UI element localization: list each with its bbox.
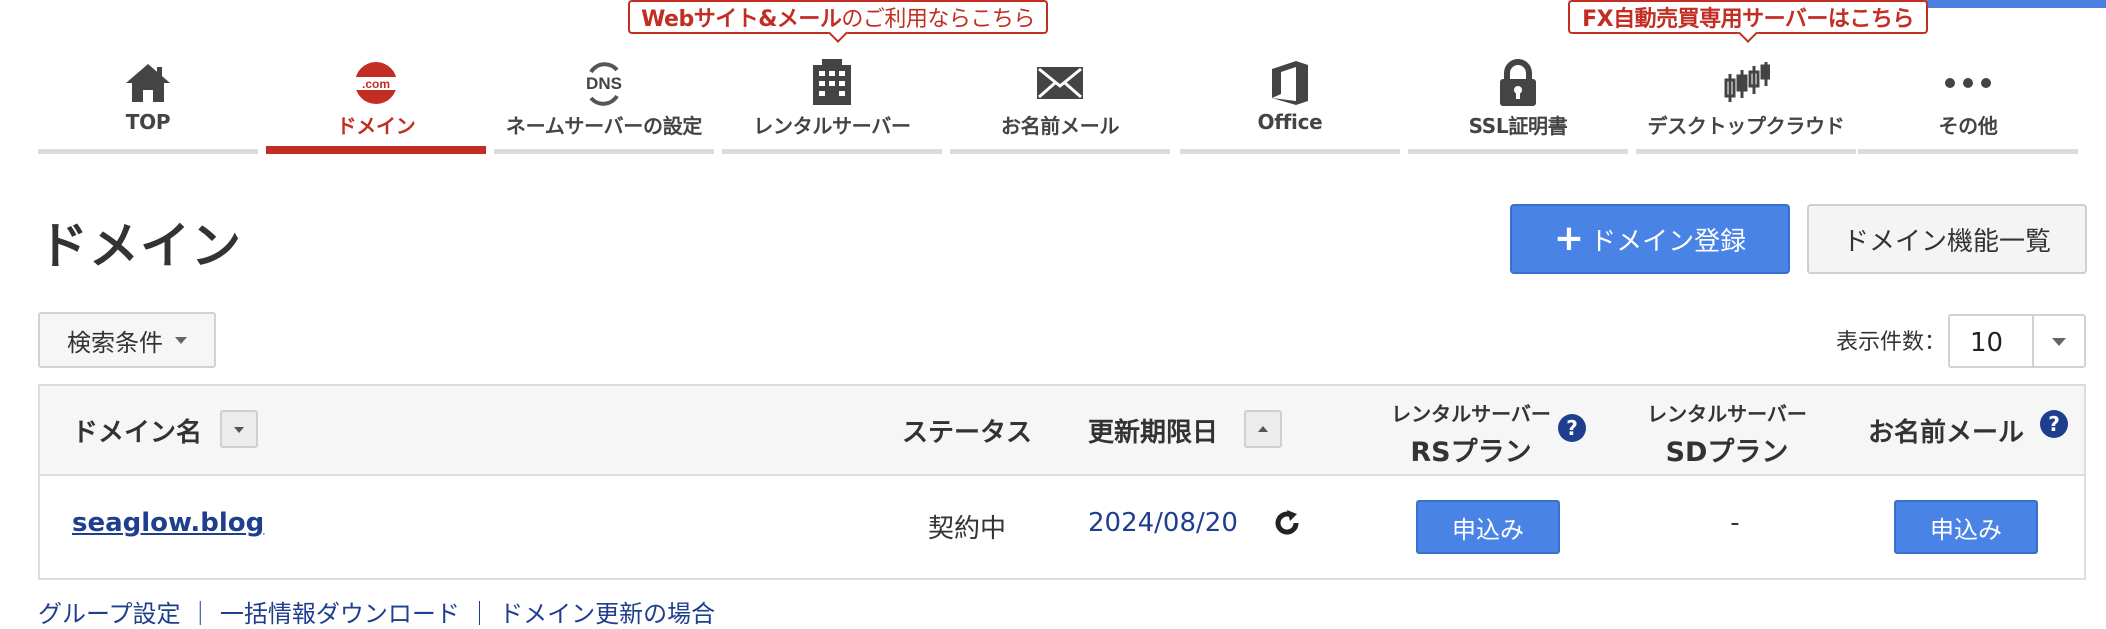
home-icon	[38, 58, 258, 108]
nav-label-mail: お名前メール	[1000, 114, 1120, 138]
apply-mail-label: 申込み	[1930, 515, 2002, 544]
nav-item-nameserver[interactable]: DNS ネームサーバーの設定	[494, 56, 714, 154]
nav-item-desktop-cloud[interactable]: デスクトップクラウド	[1636, 56, 1856, 154]
per-page-label: 表示件数：	[1836, 330, 1947, 355]
nav-label-other: その他	[1938, 114, 1998, 138]
nav-label-domain: ドメイン	[336, 114, 416, 138]
nav-label-rental-server: レンタルサーバー	[753, 114, 911, 138]
domain-functions-label: ドメイン機能一覧	[1842, 226, 2051, 257]
status-text: 契約中	[928, 514, 1007, 544]
sort-up-icon	[1258, 426, 1268, 432]
nav-item-domain[interactable]: .com ドメイン	[266, 56, 486, 154]
register-domain-button[interactable]: + ドメイン登録	[1510, 204, 1790, 274]
apply-rs-button[interactable]: 申込み	[1416, 500, 1560, 554]
col-domain-name: ドメイン名	[72, 418, 203, 448]
office-icon	[1180, 58, 1400, 108]
chevron-down-icon	[175, 336, 187, 344]
col-sd-bottom: SDプラン	[1665, 437, 1789, 468]
help-mail-icon[interactable]: ?	[2040, 410, 2068, 438]
sd-plan-value: -	[1730, 508, 1740, 538]
mail-icon	[950, 58, 1170, 108]
web-mail-promo-bold: Webサイト&メール	[641, 7, 842, 32]
table-header: ドメイン名 ステータス 更新期限日 レンタルサーバー RSプラン ? レンタルサ…	[40, 386, 2084, 476]
more-icon	[1858, 58, 2078, 108]
chevron-down-icon	[2052, 338, 2066, 346]
dotcom-icon: .com	[266, 58, 486, 108]
plus-icon: +	[1553, 218, 1585, 259]
sort-expiry-button[interactable]	[1244, 410, 1282, 448]
apply-rs-label: 申込み	[1452, 515, 1524, 544]
nav-item-mail[interactable]: お名前メール	[950, 56, 1170, 154]
domain-functions-button[interactable]: ドメイン機能一覧	[1807, 204, 2087, 274]
domain-table: ドメイン名 ステータス 更新期限日 レンタルサーバー RSプラン ? レンタルサ…	[38, 384, 2086, 580]
expiry-date: 2024/08/20	[1088, 508, 1238, 538]
apply-mail-button[interactable]: 申込み	[1894, 500, 2038, 554]
sort-down-icon	[234, 427, 244, 433]
dns-icon: DNS	[494, 58, 714, 108]
col-mail: お名前メール	[1868, 418, 2025, 448]
col-rs-top: レンタルサーバー	[1391, 402, 1551, 426]
nav-label-desktop-cloud: デスクトップクラウド	[1647, 114, 1845, 138]
nav-item-rental-server[interactable]: レンタルサーバー	[722, 56, 942, 154]
nav-label-ssl: SSL証明書	[1468, 114, 1568, 138]
page-title: ドメイン	[38, 217, 242, 275]
nav-item-office[interactable]: Office	[1180, 56, 1400, 154]
search-conditions-dropdown[interactable]: 検索条件	[38, 312, 216, 368]
per-page-value: 10	[1970, 328, 2004, 358]
candlestick-icon	[1636, 58, 1856, 108]
web-mail-promo-rest: のご利用ならこちら	[841, 7, 1035, 32]
svg-text:.com: .com	[362, 77, 390, 91]
domain-link[interactable]: seaglow.blog	[72, 508, 264, 538]
register-domain-label: ドメイン登録	[1590, 226, 1747, 257]
col-rs-bottom: RSプラン	[1410, 437, 1532, 468]
col-expiry: 更新期限日	[1088, 418, 1219, 448]
table-row: seaglow.blog 契約中 2024/08/20 申込み - 申込み	[40, 476, 2084, 578]
nav-label-office: Office	[1257, 110, 1323, 134]
web-mail-promo[interactable]: Webサイト&メール のご利用ならこちら	[628, 0, 1048, 43]
nav-label-top: TOP	[125, 110, 171, 134]
nav-item-top[interactable]: TOP	[38, 56, 258, 154]
per-page-select[interactable]: 10	[1948, 314, 2086, 368]
svg-text:DNS: DNS	[586, 74, 622, 93]
sort-domain-button[interactable]	[220, 410, 258, 448]
col-sd-top: レンタルサーバー	[1647, 402, 1807, 426]
nav-item-other[interactable]: その他	[1858, 56, 2078, 154]
footer-links[interactable]: グループ設定 ｜ 一括情報ダウンロード ｜ ドメイン更新の場合	[38, 594, 715, 629]
col-status: ステータス	[902, 418, 1033, 448]
refresh-icon[interactable]	[1272, 508, 1302, 538]
help-rs-icon[interactable]: ?	[1558, 414, 1586, 442]
nav-item-ssl[interactable]: SSL証明書	[1408, 56, 1628, 154]
fx-server-promo[interactable]: FX自動売買専用サーバーはこちら	[1568, 0, 1928, 43]
lock-icon	[1408, 58, 1628, 108]
nav-label-nameserver: ネームサーバーの設定	[505, 114, 703, 138]
search-conditions-label: 検索条件	[67, 328, 163, 357]
server-icon	[722, 58, 942, 108]
